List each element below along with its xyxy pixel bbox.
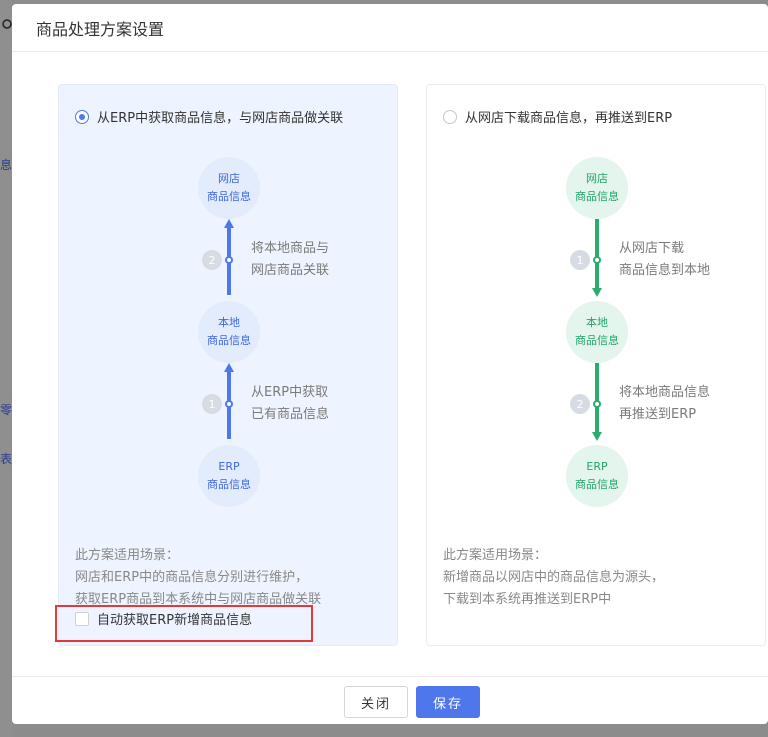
- scenario-line: 此方案适用场景：: [75, 548, 180, 563]
- scenario-text: 此方案适用场景： 网店和ERP中的商品信息分别进行维护， 获取ERP商品到本系统…: [75, 545, 321, 611]
- node-line: 网店: [586, 172, 608, 185]
- step-badge: 2: [570, 394, 590, 414]
- highlight-annotation: [55, 605, 313, 642]
- option-label: 从ERP中获取商品信息，与网店商品做关联: [97, 111, 344, 126]
- step-description: 将本地商品与 网店商品关联: [251, 238, 329, 282]
- node-online-store: 网店 商品信息: [566, 157, 628, 219]
- save-button[interactable]: 保存: [416, 686, 480, 718]
- close-button[interactable]: 关闭: [344, 686, 408, 718]
- flow-dot: [593, 256, 601, 264]
- step-line: 已有商品信息: [251, 407, 330, 422]
- search-icon: [0, 18, 12, 34]
- scenario-line: 此方案适用场景：: [443, 548, 548, 563]
- step-line: 将本地商品与: [251, 241, 330, 256]
- step-line: 从ERP中获取: [251, 385, 329, 400]
- flow-dot: [225, 256, 233, 264]
- step-badge: 1: [570, 250, 590, 270]
- step-line: 从网店下载: [619, 241, 685, 256]
- step-line: 商品信息到本地: [619, 263, 711, 278]
- node-line: 本地: [218, 316, 240, 329]
- step-description: 从网店下载 商品信息到本地: [619, 238, 710, 282]
- node-line: 本地: [586, 316, 608, 329]
- step-line: 将本地商品信息: [619, 385, 711, 400]
- radio-checked-icon[interactable]: [75, 109, 89, 124]
- scenario-line: 新增商品以网店中的商品信息为源头，: [443, 570, 665, 585]
- node-online-store: 网店 商品信息: [198, 157, 260, 219]
- step-line: 再推送到ERP: [619, 407, 697, 422]
- node-line: 商品信息: [207, 478, 251, 491]
- radio-unchecked-icon[interactable]: [443, 109, 457, 124]
- flow-arrow: [595, 363, 599, 433]
- node-line: 商品信息: [575, 190, 619, 203]
- node-line: ERP: [586, 460, 608, 473]
- node-erp: ERP 商品信息: [198, 445, 260, 507]
- step-description: 将本地商品信息 再推送到ERP: [619, 382, 710, 426]
- node-line: 商品信息: [207, 190, 251, 203]
- arrow-down-icon: [592, 432, 602, 441]
- step-badge: 2: [202, 250, 222, 270]
- step-line: 网店商品关联: [251, 263, 330, 278]
- option-card-erp-sync[interactable]: 从ERP中获取商品信息，与网店商品做关联 网店 商品信息 2 将本地商品与 网店…: [58, 84, 398, 646]
- option-card-store-download[interactable]: 从网店下载商品信息，再推送到ERP 网店 商品信息 1 从网店下载 商品信息到本…: [426, 84, 766, 646]
- arrow-down-icon: [592, 288, 602, 297]
- background-strip: [0, 0, 12, 737]
- option-radio-store-download[interactable]: 从网店下载商品信息，再推送到ERP: [443, 107, 672, 126]
- node-line: ERP: [218, 460, 240, 473]
- dialog-title: 商品处理方案设置: [36, 19, 165, 39]
- node-line: 商品信息: [575, 478, 619, 491]
- node-line: 商品信息: [207, 334, 251, 347]
- flow-dot: [225, 400, 233, 408]
- scenario-line: 下载到本系统再推送到ERP中: [443, 592, 612, 607]
- dialog-header: 商品处理方案设置: [12, 4, 768, 52]
- step-badge: 1: [202, 394, 222, 414]
- flow-dot: [593, 400, 601, 408]
- step-description: 从ERP中获取 已有商品信息: [251, 382, 329, 426]
- option-radio-erp-sync[interactable]: 从ERP中获取商品信息，与网店商品做关联: [75, 107, 343, 126]
- dialog-footer: 关闭 保存: [12, 676, 768, 724]
- scenario-text: 此方案适用场景： 新增商品以网店中的商品信息为源头， 下载到本系统再推送到ERP…: [443, 545, 664, 611]
- node-local: 本地 商品信息: [198, 301, 260, 363]
- scenario-line: 网店和ERP中的商品信息分别进行维护，: [75, 570, 309, 585]
- node-local: 本地 商品信息: [566, 301, 628, 363]
- node-line: 网店: [218, 172, 240, 185]
- option-label: 从网店下载商品信息，再推送到ERP: [465, 111, 673, 126]
- flow-arrow: [595, 219, 599, 289]
- node-line: 商品信息: [575, 334, 619, 347]
- node-erp: ERP 商品信息: [566, 445, 628, 507]
